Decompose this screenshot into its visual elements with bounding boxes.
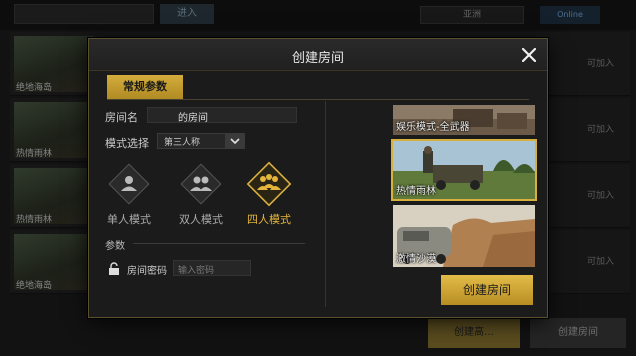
tab-general-params[interactable]: 常规参数 (107, 75, 183, 99)
password-label: 房间密码 (127, 266, 167, 277)
squad-mode-label: 四人模式 (247, 213, 291, 226)
map-option-rainforest[interactable]: 热情雨林 (391, 139, 537, 201)
dialog-title: 创建房间 (291, 51, 344, 66)
map-option-desert[interactable]: 激情沙漠 (393, 205, 535, 267)
solo-mode-icon (108, 163, 150, 205)
create-room-dialog: 创建房间 常规参数 房间名 的房间 模式选择 第三人称 单人模式 双人模式 四人… (88, 38, 548, 318)
close-icon (522, 48, 536, 62)
mode-select-label: 模式选择 (105, 137, 149, 150)
tab-underline (107, 99, 529, 100)
lock-icon (109, 261, 119, 275)
column-divider (325, 101, 326, 307)
map-name: 激情沙漠 (396, 254, 436, 265)
squad-mode-label: 单人模式 (107, 213, 151, 226)
map-name: 娱乐模式-全武器 (396, 122, 470, 133)
squad-mode-squad[interactable]: 四人模式 (239, 161, 299, 227)
params-divider (133, 243, 305, 244)
squad-mode-label: 双人模式 (179, 213, 223, 226)
chevron-down-icon (230, 138, 240, 145)
room-name-label: 房间名 (105, 111, 138, 124)
squad-mode-icon (246, 161, 292, 207)
dialog-header: 创建房间 (89, 39, 547, 71)
perspective-dropdown-toggle[interactable] (225, 134, 245, 148)
create-room-button[interactable]: 创建房间 (441, 275, 533, 305)
map-option-arcade[interactable]: 娱乐模式-全武器 (393, 105, 535, 135)
password-toggle[interactable] (107, 261, 121, 275)
password-input[interactable]: 输入密码 (173, 260, 251, 276)
params-section-label: 参数 (105, 241, 125, 252)
close-button[interactable] (517, 43, 541, 67)
room-name-input[interactable]: 的房间 (147, 107, 297, 124)
duo-mode-icon (180, 163, 222, 205)
map-name: 热情雨林 (396, 186, 436, 197)
squad-mode-duo[interactable]: 双人模式 (171, 161, 231, 227)
squad-mode-solo[interactable]: 单人模式 (99, 161, 159, 227)
